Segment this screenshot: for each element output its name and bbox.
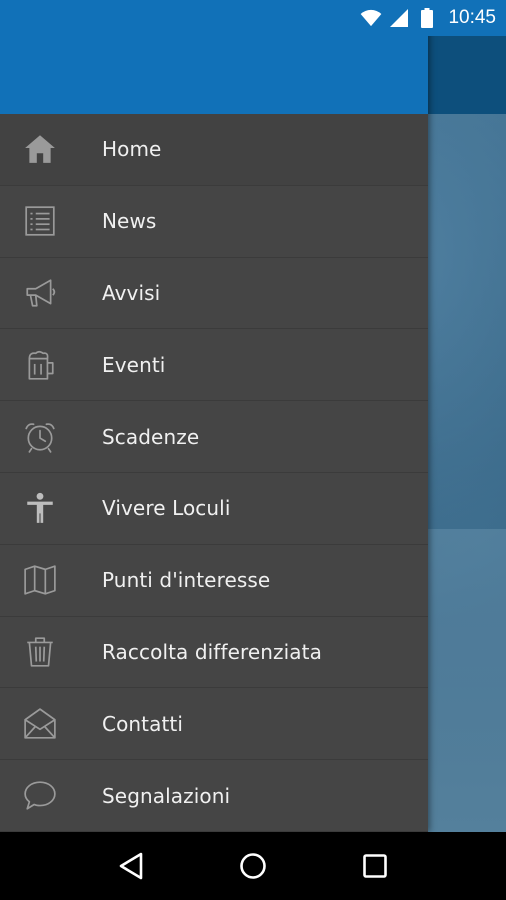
person-icon	[0, 488, 78, 528]
menu-item-label: Punti d'interesse	[102, 568, 271, 593]
menu-item-label: Vivere Loculi	[102, 496, 231, 521]
drawer-menu: Home News Avvisi Eventi Scadenze Vivere …	[0, 114, 428, 832]
battery-icon	[416, 8, 438, 28]
menu-item-eventi[interactable]: Eventi	[0, 329, 428, 402]
menu-item-label: Eventi	[102, 352, 166, 377]
menu-item-home[interactable]: Home	[0, 114, 428, 186]
envelope-icon	[0, 704, 78, 744]
map-icon	[0, 560, 78, 600]
menu-item-raccolta-differenziata[interactable]: Raccolta differenziata	[0, 617, 428, 689]
megaphone-icon	[0, 273, 78, 313]
trash-icon	[0, 632, 78, 672]
recents-icon[interactable]	[353, 844, 397, 888]
menu-item-avvisi[interactable]: Avvisi	[0, 258, 428, 330]
home-icon	[0, 129, 78, 169]
list-icon	[0, 201, 78, 241]
menu-item-label: Contatti	[102, 711, 184, 736]
menu-item-vivere-loculi[interactable]: Vivere Loculi	[0, 473, 428, 545]
menu-item-label: Segnalazioni	[102, 783, 231, 808]
menu-item-segnalazioni[interactable]: Segnalazioni	[0, 760, 428, 832]
status-bar: 10:45	[0, 0, 506, 36]
back-icon[interactable]	[109, 844, 153, 888]
menu-item-label: Home	[102, 137, 162, 162]
beer-mug-icon	[0, 345, 78, 385]
menu-item-contatti[interactable]: Contatti	[0, 688, 428, 761]
status-time: 10:45	[448, 7, 496, 28]
menu-item-news[interactable]: News	[0, 186, 428, 258]
home-circle-icon[interactable]	[231, 844, 275, 888]
menu-item-label: News	[102, 209, 157, 234]
menu-item-label: Raccolta differenziata	[102, 639, 322, 664]
system-nav-bar	[0, 832, 506, 900]
menu-item-scadenze[interactable]: Scadenze	[0, 401, 428, 473]
menu-item-punti-interesse[interactable]: Punti d'interesse	[0, 545, 428, 617]
menu-item-label: Scadenze	[102, 424, 200, 449]
cell-signal-icon	[388, 8, 410, 28]
navigation-drawer: Home News Avvisi Eventi Scadenze Vivere …	[0, 0, 428, 832]
alarm-clock-icon	[0, 417, 78, 457]
menu-item-label: Avvisi	[102, 280, 161, 305]
chat-bubble-icon	[0, 776, 78, 816]
wifi-icon	[360, 8, 382, 28]
